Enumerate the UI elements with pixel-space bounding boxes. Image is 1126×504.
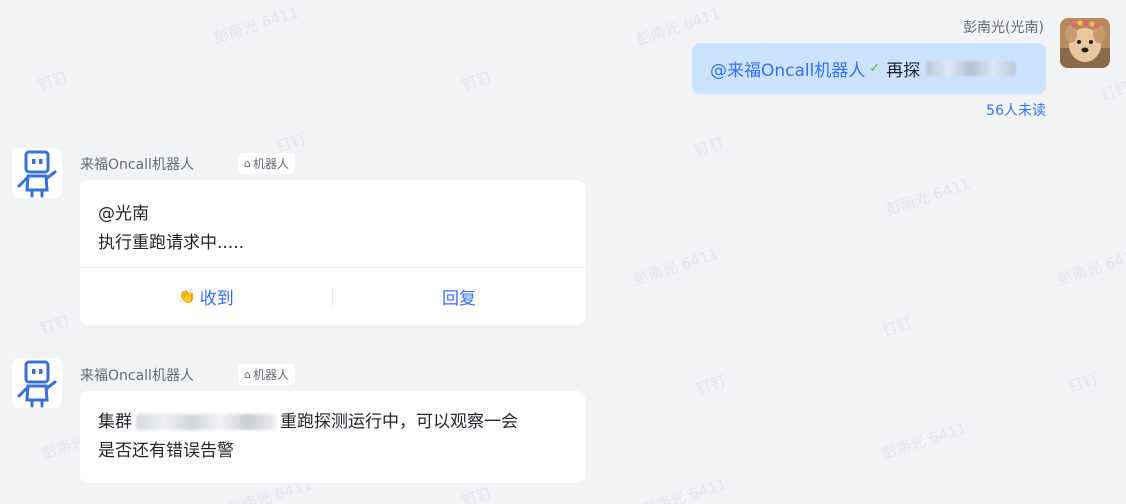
watermark: 钉钉 — [1098, 77, 1126, 105]
card-body: 集群 重跑探测运行中，可以观察一会 是否还有错误告警 — [80, 391, 585, 466]
watermark: 彭南光 6411 — [639, 474, 729, 504]
robot-tag-icon: ⌂ — [244, 157, 251, 170]
own-sender-name: 彭南光(光南) — [963, 20, 1044, 36]
blurred-text — [926, 61, 1017, 76]
watermark: 钉钉 — [694, 371, 729, 399]
chat-window: 彭南光 6411 钉钉 钉钉 彭南光 6411 彭南光 6411 钉钉 彭南光 … — [0, 0, 1126, 504]
bot-tag: ⌂ 机器人 — [238, 364, 295, 385]
mention-link[interactable]: @来福Oncall机器人 — [710, 56, 865, 81]
card-actions: 👏 收到 回复 — [80, 268, 585, 325]
bot-message-card: @光南 执行重跑请求中..... 👏 收到 回复 — [80, 180, 585, 325]
text-prefix: 集群 — [98, 412, 132, 432]
text-suffix: 重跑探测运行中，可以观察一会 — [280, 412, 518, 432]
watermark: 钉钉 — [38, 311, 73, 339]
bot-message-card: 集群 重跑探测运行中，可以观察一会 是否还有错误告警 — [80, 391, 585, 483]
watermark: 钉钉 — [36, 67, 71, 95]
robot-icon — [17, 150, 57, 198]
robot-icon — [17, 360, 57, 408]
watermark: 钉钉 — [692, 133, 727, 161]
bot-avatar[interactable] — [12, 358, 62, 408]
watermark: 钉钉 — [460, 67, 495, 95]
bot-avatar[interactable] — [12, 148, 62, 198]
status-line: 执行重跑请求中..... — [98, 233, 245, 253]
message-line-2: 是否还有错误告警 — [98, 441, 234, 461]
watermark: 钉钉 — [880, 313, 915, 341]
own-message-bubble[interactable]: @来福Oncall机器人 ✓ 再探 — [692, 43, 1046, 94]
watermark: 彭南光 6411 — [1055, 244, 1126, 290]
ack-button[interactable]: 👏 收到 — [80, 284, 332, 310]
dog-avatar-icon — [1060, 18, 1110, 68]
bot-tag-label: 机器人 — [252, 157, 289, 171]
watermark: 彭南光 6411 — [883, 174, 973, 220]
verified-check-icon: ✓ — [869, 61, 881, 76]
bot-tag: ⌂ 机器人 — [238, 153, 295, 174]
ack-label: 收到 — [199, 289, 234, 309]
read-status-link[interactable]: 56人未读 — [986, 100, 1046, 120]
reply-label: 回复 — [442, 289, 476, 309]
card-body: @光南 执行重跑请求中..... — [80, 180, 585, 258]
blurred-text — [136, 414, 276, 430]
watermark: 彭南光 6411 — [211, 2, 301, 48]
own-message-text: 再探 — [886, 61, 921, 81]
bot-name[interactable]: 来福Oncall机器人 — [80, 365, 194, 385]
clap-icon: 👏 — [178, 288, 196, 305]
reply-button[interactable]: 回复 — [333, 284, 585, 309]
watermark: 彭南光 6411 — [631, 244, 721, 290]
bot-name[interactable]: 来福Oncall机器人 — [80, 154, 194, 174]
message-line-1: 集群 重跑探测运行中，可以观察一会 — [98, 408, 567, 437]
own-avatar[interactable] — [1060, 18, 1110, 68]
watermark: 钉钉 — [1066, 369, 1101, 397]
watermark: 彭南光 6411 — [879, 418, 969, 464]
watermark: 钉钉 — [460, 483, 495, 504]
mention-line: @光南 — [98, 204, 149, 224]
robot-tag-icon: ⌂ — [244, 368, 251, 381]
bot-tag-label: 机器人 — [252, 368, 289, 382]
